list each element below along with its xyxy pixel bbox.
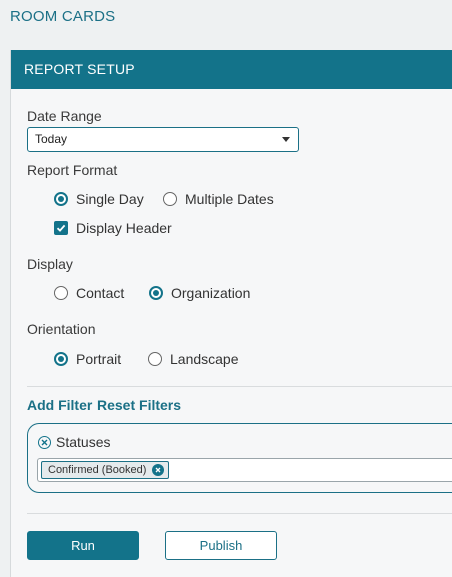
- portrait-radio[interactable]: Portrait: [54, 350, 121, 368]
- close-circle-icon[interactable]: [152, 464, 165, 476]
- date-range-select[interactable]: Today: [27, 127, 299, 152]
- statuses-label: Statuses: [56, 434, 111, 450]
- single-day-radio[interactable]: Single Day: [54, 190, 144, 208]
- date-range-value: Today: [35, 132, 68, 146]
- run-button[interactable]: Run: [27, 531, 139, 560]
- radio-checked-icon: [149, 286, 163, 300]
- close-circle-icon[interactable]: [38, 435, 51, 449]
- divider: [27, 513, 452, 514]
- panel-header: REPORT SETUP: [11, 50, 452, 89]
- page-title: ROOM CARDS: [10, 8, 116, 25]
- contact-radio[interactable]: Contact: [54, 284, 124, 302]
- display-header-checkbox[interactable]: Display Header: [54, 219, 172, 237]
- statuses-filter: Statuses Confirmed (Booked): [27, 423, 452, 493]
- single-day-label: Single Day: [76, 191, 144, 207]
- orientation-label: Orientation: [27, 321, 96, 337]
- statuses-filter-title: Statuses: [38, 434, 110, 450]
- display-header-label: Display Header: [76, 220, 172, 236]
- report-setup-panel: REPORT SETUP Date Range Today Report For…: [10, 50, 452, 577]
- check-icon: [54, 221, 68, 235]
- contact-label: Contact: [76, 285, 125, 301]
- landscape-radio[interactable]: Landscape: [148, 350, 239, 368]
- publish-button[interactable]: Publish: [165, 531, 277, 560]
- statuses-input[interactable]: Confirmed (Booked): [37, 458, 452, 482]
- radio-checked-icon: [54, 352, 68, 366]
- portrait-label: Portrait: [76, 351, 122, 367]
- reset-filters-link[interactable]: Reset Filters: [97, 397, 181, 413]
- organization-label: Organization: [171, 285, 251, 301]
- status-tag: Confirmed (Booked): [41, 461, 170, 479]
- divider: [27, 386, 452, 387]
- landscape-label: Landscape: [170, 351, 239, 367]
- multiple-dates-radio[interactable]: Multiple Dates: [163, 190, 274, 208]
- date-range-label: Date Range: [27, 108, 102, 124]
- radio-unchecked-icon: [54, 286, 68, 300]
- chevron-down-icon: [282, 137, 290, 142]
- report-format-label: Report Format: [27, 162, 118, 178]
- display-label: Display: [27, 256, 73, 272]
- organization-radio[interactable]: Organization: [149, 284, 250, 302]
- status-tag-label: Confirmed (Booked): [48, 464, 147, 476]
- radio-checked-icon: [54, 192, 68, 206]
- multiple-dates-label: Multiple Dates: [185, 191, 274, 207]
- radio-unchecked-icon: [148, 352, 162, 366]
- add-filter-link[interactable]: Add Filter: [27, 397, 92, 413]
- radio-unchecked-icon: [163, 192, 177, 206]
